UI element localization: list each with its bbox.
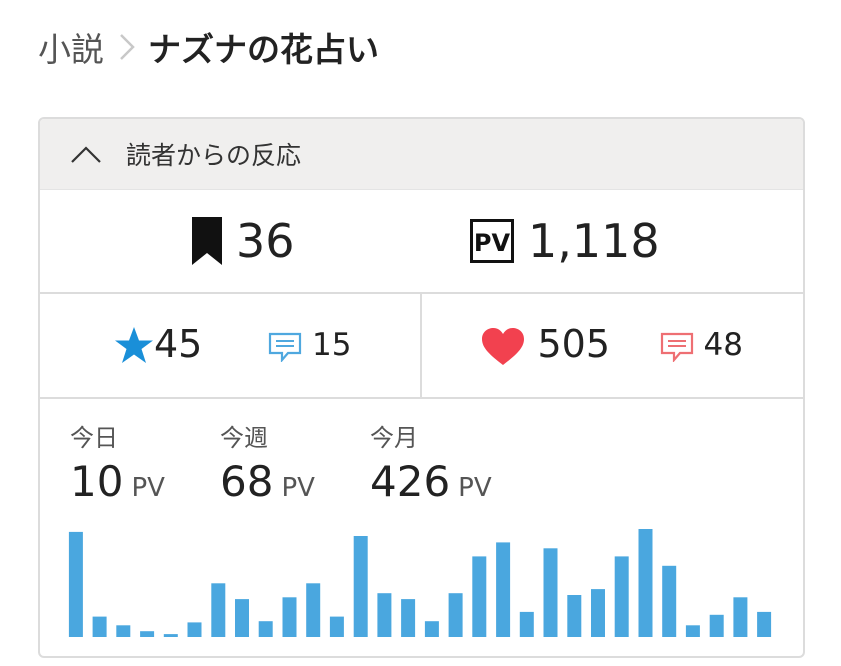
bookmark-icon bbox=[192, 217, 222, 265]
chart-bar bbox=[116, 625, 131, 637]
svg-text:PV: PV bbox=[474, 229, 511, 257]
chart-bar bbox=[685, 625, 700, 637]
chevron-right-icon bbox=[118, 32, 136, 62]
star-count: 45 bbox=[154, 322, 203, 366]
stat-today: 今日 10 PV bbox=[70, 423, 165, 513]
stat-unit: PV bbox=[131, 473, 165, 503]
pv-stats: 今日 10 PV 今週 68 PV 今月 426 PV bbox=[40, 399, 803, 656]
page-title: ナズナの花占い bbox=[148, 30, 379, 69]
heart-icon bbox=[480, 327, 526, 367]
chart-bar bbox=[591, 589, 605, 637]
stat-today-label: 今日 bbox=[70, 424, 118, 452]
stat-month-label: 今月 bbox=[370, 424, 418, 452]
chart-bar bbox=[258, 621, 273, 637]
chart-bar bbox=[614, 556, 629, 637]
stat-week-label: 今週 bbox=[220, 424, 268, 452]
stat-month-value: 426 bbox=[370, 457, 451, 506]
chart-bar bbox=[163, 634, 178, 637]
chart-bar bbox=[377, 593, 392, 637]
chart-bar bbox=[472, 556, 487, 637]
chart-bar bbox=[709, 614, 724, 637]
heart-group: 505 48 bbox=[422, 294, 804, 397]
chart-bar bbox=[638, 529, 653, 637]
reactions-panel-header[interactable]: 読者からの反応 bbox=[40, 119, 803, 190]
like-count: 505 bbox=[537, 322, 611, 366]
chart-bar bbox=[662, 565, 677, 637]
totals-row: 36 PV 1,118 bbox=[40, 190, 803, 294]
chart-bar bbox=[68, 531, 83, 637]
chart-bar bbox=[235, 599, 249, 637]
like-comment-count: 48 bbox=[703, 327, 743, 363]
chart-bar bbox=[329, 616, 344, 637]
star-icon bbox=[114, 326, 154, 364]
chart-bar bbox=[92, 616, 107, 637]
chart-bar bbox=[567, 595, 582, 637]
chart-bar bbox=[140, 631, 155, 637]
chevron-up-icon[interactable] bbox=[70, 144, 102, 164]
chart-bar bbox=[282, 597, 297, 637]
stat-unit: PV bbox=[281, 473, 315, 503]
reactions-panel: 読者からの反応 36 PV 1,118 45 15 505 48 今日 10 P… bbox=[38, 117, 805, 658]
breadcrumb-parent-link[interactable]: 小説 bbox=[38, 23, 104, 71]
chart-bar bbox=[757, 611, 772, 637]
chart-bar bbox=[424, 621, 439, 637]
star-comment-count: 15 bbox=[312, 327, 352, 363]
stat-week-value: 68 bbox=[220, 457, 274, 506]
pv-badge-icon: PV bbox=[470, 219, 514, 263]
chart-bar bbox=[353, 536, 368, 637]
pv-bar-chart bbox=[68, 529, 772, 637]
stat-week: 今週 68 PV bbox=[220, 423, 315, 513]
chart-bar bbox=[733, 597, 748, 637]
stat-month: 今月 426 PV bbox=[370, 423, 492, 513]
bookmark-count-group: 36 bbox=[192, 214, 295, 268]
chart-bar bbox=[543, 548, 558, 637]
chart-bar bbox=[211, 583, 226, 637]
ratings-row: 45 15 505 48 bbox=[40, 294, 803, 399]
bookmark-count: 36 bbox=[236, 214, 295, 268]
chart-bar bbox=[401, 599, 416, 637]
stat-unit: PV bbox=[458, 473, 492, 503]
stat-today-value: 10 bbox=[70, 457, 124, 506]
pv-total: 1,118 bbox=[528, 214, 660, 268]
comment-icon[interactable] bbox=[268, 332, 302, 362]
breadcrumb: 小説 ナズナの花占い bbox=[38, 24, 379, 70]
chart-bar bbox=[187, 622, 202, 637]
chart-bar bbox=[496, 542, 511, 637]
chart-bar bbox=[306, 583, 321, 637]
chart-bar bbox=[448, 593, 463, 637]
star-group: 45 15 bbox=[40, 294, 422, 397]
reactions-title: 読者からの反応 bbox=[126, 141, 302, 170]
comment-icon[interactable] bbox=[660, 332, 694, 362]
pv-total-group: PV 1,118 bbox=[470, 214, 660, 268]
chart-bar bbox=[519, 611, 534, 637]
